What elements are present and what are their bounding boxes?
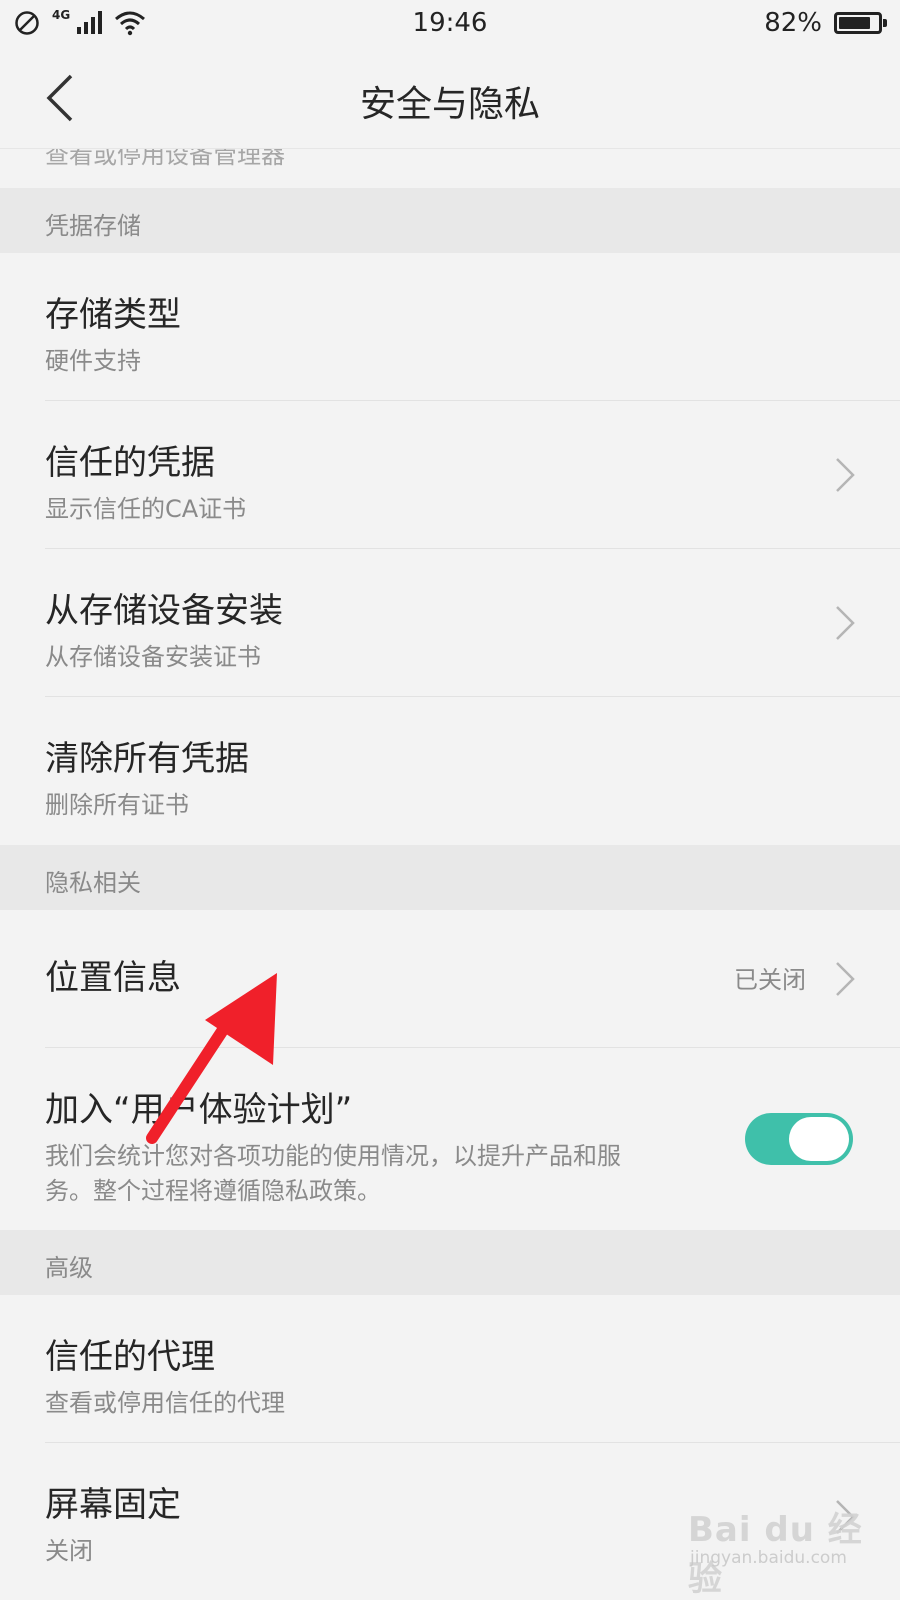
trust-agents-row[interactable]: 信任的代理 查看或停用信任的代理	[0, 1295, 900, 1443]
row-title: 信任的代理	[45, 1337, 215, 1377]
clear-credentials-row[interactable]: 清除所有凭据 删除所有证书	[0, 697, 900, 845]
user-experience-plan-row[interactable]: 加入“用户体验计划” 我们会统计您对各项功能的使用情况，以提升产品和服 务。整个…	[0, 1048, 900, 1230]
title-bar: 安全与隐私	[0, 48, 900, 148]
chevron-right-icon	[836, 606, 855, 640]
row-title: 从存储设备安装	[45, 591, 283, 631]
device-admin-row-partial[interactable]: 查看或停用设备管理器	[0, 148, 900, 189]
row-subtitle: 从存储设备安装证书	[45, 643, 261, 671]
user-experience-plan-toggle[interactable]	[745, 1113, 853, 1165]
row-title: 屏幕固定	[45, 1485, 181, 1525]
section-header-privacy: 隐私相关	[0, 845, 900, 910]
page-title: 安全与隐私	[359, 84, 540, 125]
row-subtitle: 删除所有证书	[45, 791, 189, 819]
row-subtitle: 关闭	[45, 1537, 93, 1565]
row-subtitle-line-2: 务。整个过程将遵循隐私政策。	[45, 1177, 381, 1205]
row-title: 信任的凭据	[45, 443, 215, 483]
row-title: 清除所有凭据	[45, 739, 249, 779]
row-subtitle-line-1: 我们会统计您对各项功能的使用情况，以提升产品和服	[45, 1142, 621, 1170]
row-title: 加入“用户体验计划”	[45, 1090, 353, 1130]
section-header-credential-storage: 凭据存储	[0, 188, 900, 253]
row-title: 存储类型	[45, 295, 181, 335]
section-header-label: 凭据存储	[45, 212, 141, 240]
row-subtitle: 显示信任的CA证书	[45, 495, 247, 523]
battery-tip	[883, 19, 887, 27]
watermark-url: jingyan.baidu.com	[690, 1548, 847, 1568]
trusted-credentials-row[interactable]: 信任的凭据 显示信任的CA证书	[0, 401, 900, 549]
row-subtitle: 查看或停用信任的代理	[45, 1389, 285, 1417]
location-status-value: 已关闭	[734, 966, 806, 994]
section-header-label: 隐私相关	[45, 869, 141, 897]
row-title: 位置信息	[45, 958, 181, 998]
battery-icon	[834, 12, 887, 34]
storage-type-row[interactable]: 存储类型 硬件支持	[0, 253, 900, 401]
status-bar: 4G 19:46 82%	[0, 0, 900, 48]
chevron-right-icon	[836, 962, 855, 996]
chevron-right-icon	[836, 458, 855, 492]
battery-percent: 82%	[764, 8, 822, 38]
section-header-advanced: 高级	[0, 1230, 900, 1295]
device-admin-subtitle: 查看或停用设备管理器	[45, 148, 285, 169]
row-subtitle: 硬件支持	[45, 347, 141, 375]
baidu-jingyan-watermark: Bai du 经验 jingyan.baidu.com	[688, 1502, 888, 1599]
section-header-label: 高级	[45, 1254, 93, 1282]
install-from-storage-row[interactable]: 从存储设备安装 从存储设备安装证书	[0, 549, 900, 697]
toggle-knob	[789, 1117, 849, 1161]
location-info-row[interactable]: 位置信息 已关闭	[0, 910, 900, 1048]
battery-fill	[839, 17, 871, 29]
